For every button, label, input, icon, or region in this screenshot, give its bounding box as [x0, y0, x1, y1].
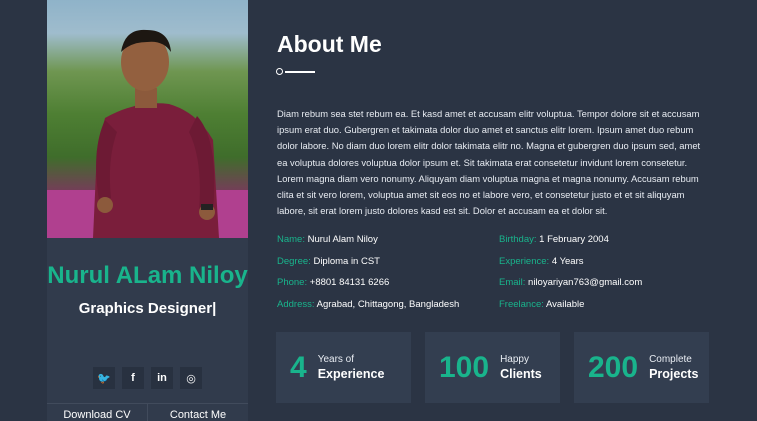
- info-birthday: Birthday: 1 February 2004: [499, 234, 609, 245]
- title-underline: [276, 68, 316, 76]
- stat-label: Projects: [649, 367, 699, 381]
- stats-row: 4 Years of Experience 100 Happy Clients …: [276, 332, 709, 403]
- stat-number: 4: [290, 350, 307, 384]
- stat-caption: Complete: [649, 354, 692, 365]
- stat-number: 200: [588, 350, 639, 384]
- stat-clients: 100 Happy Clients: [425, 332, 560, 403]
- profile-photo: [47, 0, 248, 238]
- info-phone: Phone: +8801 84131 6266: [277, 277, 390, 288]
- stat-number: 100: [439, 350, 490, 384]
- card-buttons: Download CV Contact Me: [47, 403, 248, 421]
- profile-name: Nurul ALam Niloy: [47, 262, 248, 289]
- stat-label: Clients: [500, 367, 542, 381]
- profile-role: Graphics Designer|: [78, 300, 217, 317]
- section-title: About Me: [277, 31, 382, 57]
- info-name: Name: Nurul Alam Niloy: [277, 234, 378, 245]
- instagram-icon[interactable]: ◎: [180, 367, 202, 389]
- stat-caption: Years of: [317, 354, 355, 365]
- social-links: 🐦 f in ◎: [93, 367, 202, 389]
- stat-label: Experience: [317, 367, 385, 381]
- linkedin-icon[interactable]: in: [151, 367, 173, 389]
- profile-card: Nurul ALam Niloy Graphics Designer| 🐦 f …: [47, 0, 248, 421]
- info-email: Email: niloyariyan763@gmail.com: [499, 277, 643, 288]
- bio-text: Diam rebum sea stet rebum ea. Et kasd am…: [277, 108, 701, 217]
- twitter-icon[interactable]: 🐦: [93, 367, 115, 389]
- info-degree: Degree: Diploma in CST: [277, 255, 380, 267]
- download-cv-button[interactable]: Download CV: [47, 404, 147, 421]
- stat-caption: Happy: [500, 354, 529, 365]
- stat-projects: 200 Complete Projects: [574, 332, 709, 403]
- facebook-icon[interactable]: f: [122, 367, 144, 389]
- contact-me-button[interactable]: Contact Me: [147, 404, 248, 421]
- info-freelance: Freelance: Available: [499, 298, 585, 310]
- info-grid: Name: Nurul Alam Niloy Birthday: 1 Febru…: [277, 234, 717, 310]
- info-experience: Experience: 4 Years: [499, 255, 584, 267]
- person-illustration: [47, 29, 248, 238]
- stat-experience: 4 Years of Experience: [276, 332, 411, 403]
- info-address: Address: Agrabad, Chittagong, Bangladesh: [277, 298, 460, 310]
